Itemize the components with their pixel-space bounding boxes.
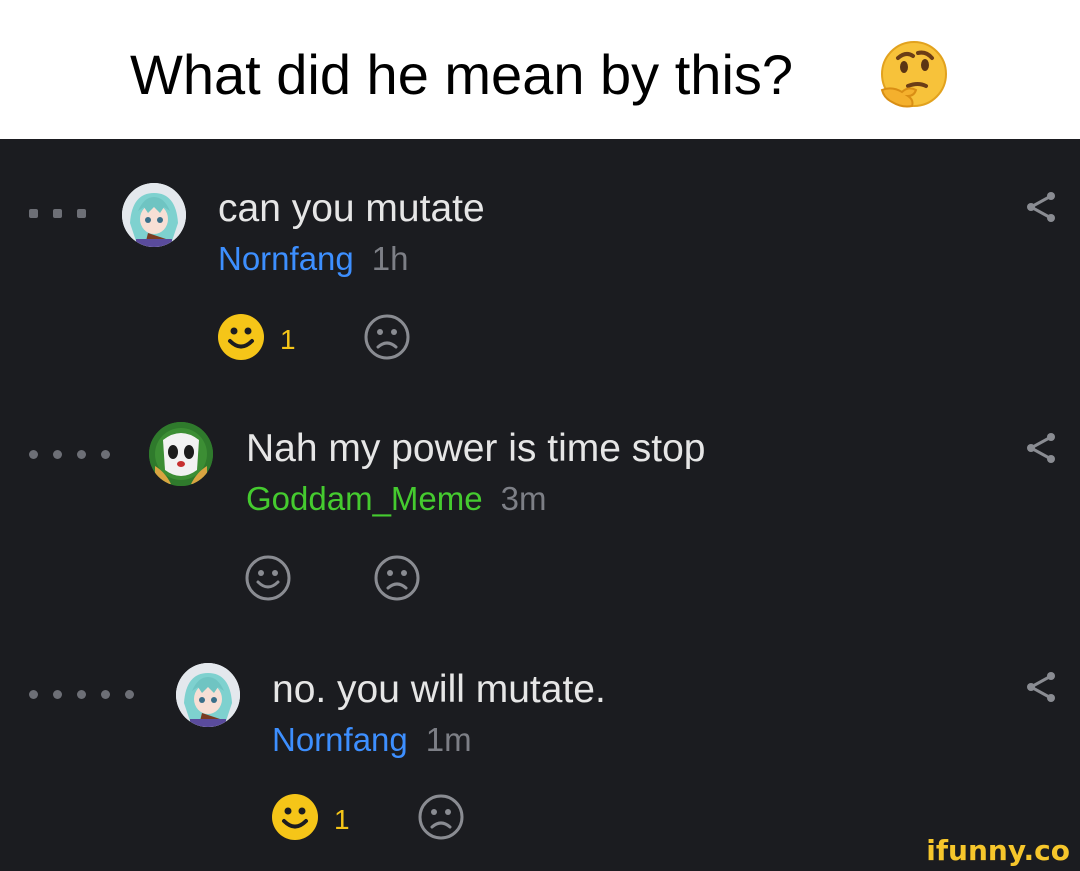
unsmile-react-icon[interactable] (372, 553, 422, 603)
thread-depth-indicator (29, 209, 86, 218)
smile-count: 1 (280, 324, 296, 355)
avatar[interactable] (122, 183, 186, 247)
smile-react-icon[interactable] (243, 553, 293, 603)
smile-react-icon[interactable] (270, 792, 320, 842)
comment-meta: Goddam_Meme 3m (246, 479, 546, 519)
panda-avatar-icon (149, 422, 213, 486)
username-link[interactable]: Nornfang (218, 240, 354, 277)
unsmile-react-icon[interactable] (362, 312, 412, 362)
share-icon[interactable] (1024, 669, 1058, 705)
anime-girl-avatar-icon (176, 663, 240, 727)
anime-girl-avatar-icon (122, 183, 186, 247)
ifunny-watermark: ifunny.co (926, 834, 1070, 867)
smile-count: 1 (334, 804, 350, 835)
timestamp: 1m (425, 721, 472, 758)
smile-react-icon[interactable] (216, 312, 266, 362)
username-link[interactable]: Goddam_Meme (246, 480, 483, 517)
comment-meta: Nornfang 1h (218, 239, 408, 279)
unsmile-react-icon[interactable] (416, 792, 466, 842)
username-link[interactable]: Nornfang (272, 721, 408, 758)
thread-depth-indicator (29, 450, 110, 459)
caption-text: What did he mean by this? (130, 43, 794, 106)
comment-meta: Nornfang 1m (272, 720, 472, 760)
thinking-face-emoji-icon (880, 41, 947, 108)
share-icon[interactable] (1024, 430, 1058, 466)
avatar[interactable] (149, 422, 213, 486)
thread-depth-indicator (29, 690, 134, 699)
timestamp: 3m (500, 480, 547, 517)
avatar[interactable] (176, 663, 240, 727)
share-icon[interactable] (1024, 189, 1058, 225)
comment-thread: can you mutate Nornfang 1h 1 Nah my powe… (0, 139, 1080, 871)
comment-text: Nah my power is time stop (246, 427, 706, 470)
comment-text: no. you will mutate. (272, 668, 606, 711)
timestamp: 1h (371, 240, 409, 277)
comment-text: can you mutate (218, 187, 485, 230)
caption-header: What did he mean by this? (0, 0, 1080, 139)
